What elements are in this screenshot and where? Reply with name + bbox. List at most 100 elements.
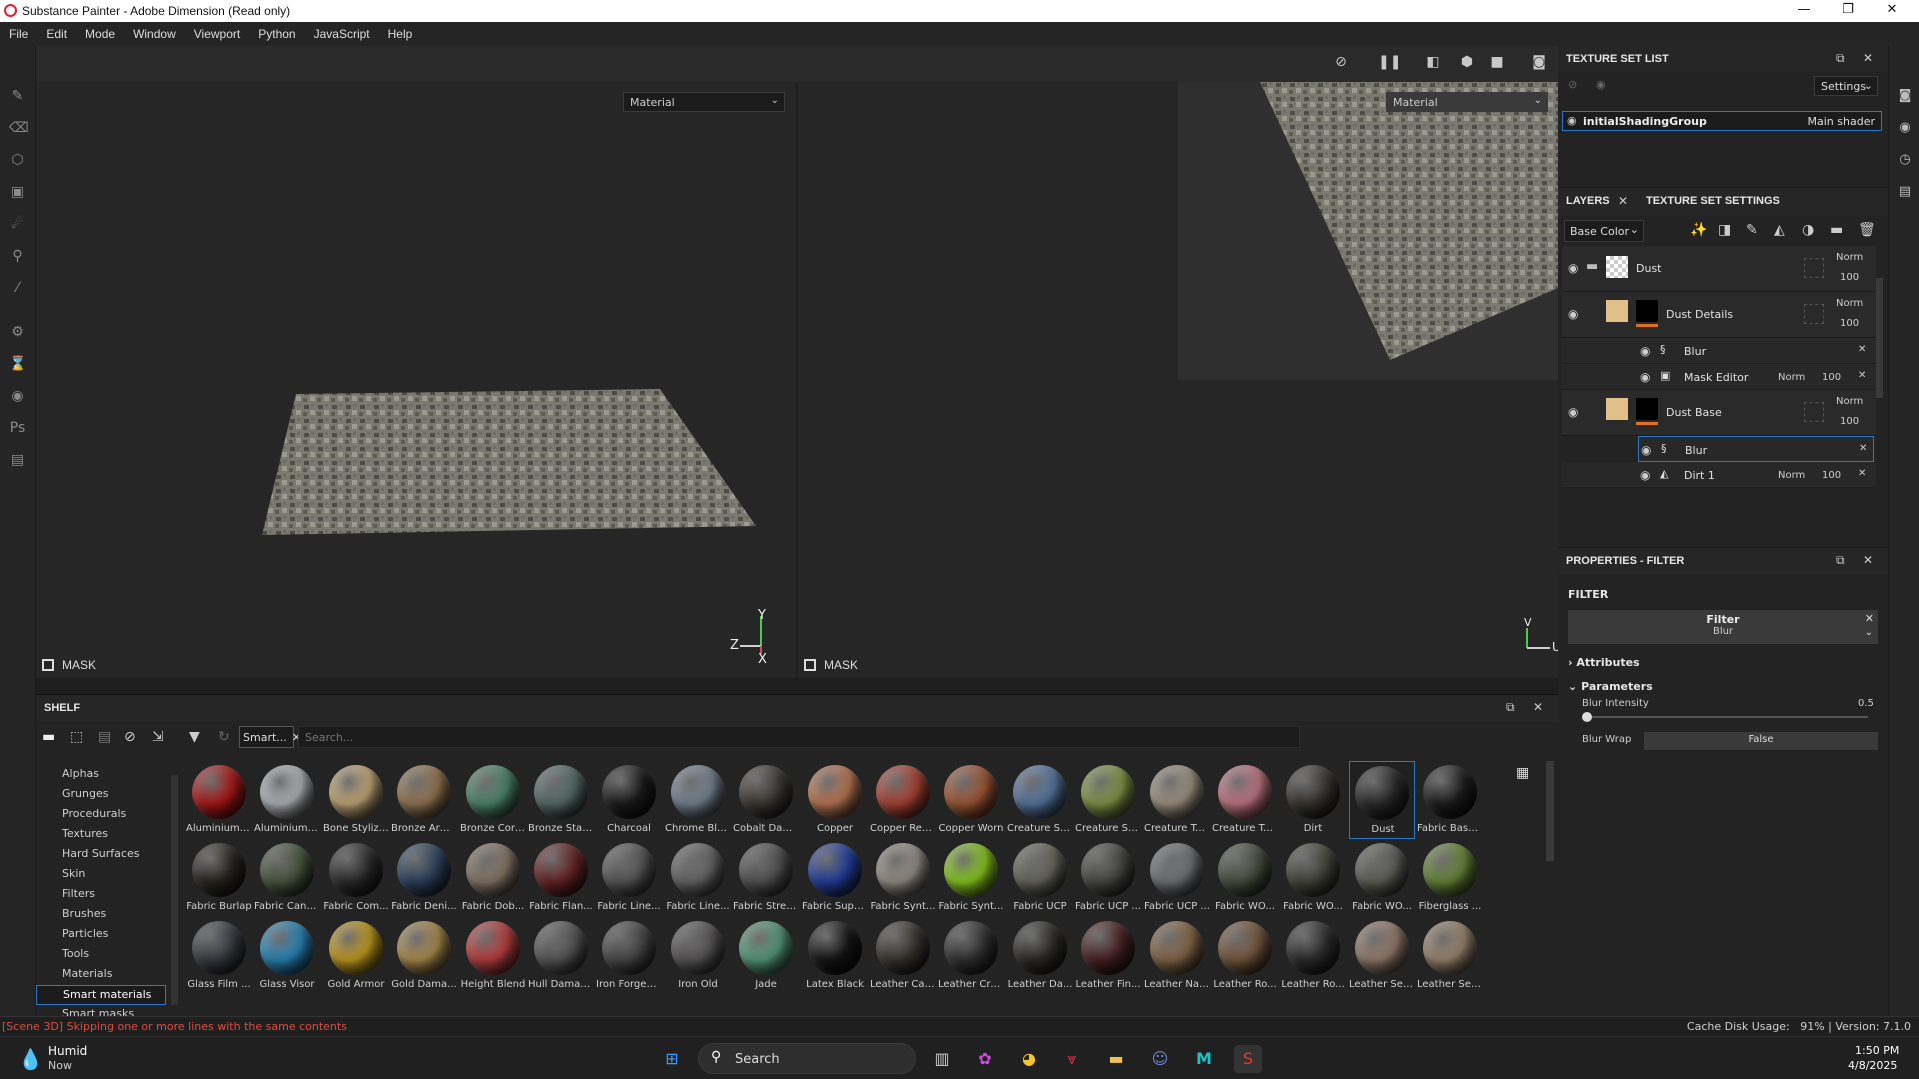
tab-texture-set-settings[interactable]: TEXTURE SET SETTINGS [1638,188,1788,214]
menu-window[interactable]: Window [124,22,185,46]
shelf-category-item[interactable]: Grunges [36,785,166,805]
blur-wrap-dropdown[interactable]: False [1644,732,1878,750]
eye-icon[interactable]: ◉ [1567,114,1577,127]
substance-painter-icon[interactable]: S [1234,1045,1262,1073]
menu-viewport[interactable]: Viewport [185,22,249,46]
menu-help[interactable]: Help [379,22,422,46]
material-thumbnail[interactable]: Bronze Corr... [460,761,526,839]
close-icon[interactable]: ✕ [1858,468,1866,479]
material-thumbnail[interactable]: Fabric WO... [1212,839,1278,917]
history-icon[interactable]: ◷ [1897,152,1913,168]
material-thumbnail[interactable]: Fabric UCP ... [1075,839,1141,917]
maya-icon[interactable]: M [1190,1045,1218,1073]
undock-icon[interactable]: ⧉ [1836,553,1845,568]
material-thumbnail[interactable]: Leather Da... [1007,917,1073,995]
shelf-category-item[interactable]: Procedurals [36,805,166,825]
shelf-category-item[interactable]: Tools [36,945,166,965]
add-mask-icon[interactable]: ◨ [1718,222,1731,238]
shelf-category-item[interactable]: Smart materials [36,985,166,1005]
viewport-2d[interactable]: Material ⌄ V U MASK [798,82,1561,678]
material-thumbnail[interactable]: Copper Red... [870,761,936,839]
material-thumbnail[interactable]: Iron Old [665,917,731,995]
add-fill-layer-icon[interactable]: ◭ [1774,222,1785,238]
task-view-icon[interactable]: ▥ [928,1045,956,1073]
material-thumbnail[interactable]: Chrome Blu... [665,761,731,839]
layers-scrollbar[interactable] [1876,278,1883,398]
color-picker-icon[interactable]: ⁄ [9,280,26,297]
eye-icon[interactable]: ◉ [1568,405,1578,419]
material-thumbnail[interactable]: Fabric WO... [1280,839,1346,917]
close-icon[interactable]: ✕ [1865,612,1874,625]
mask-toggle-2d[interactable]: MASK [804,658,858,672]
menu-file[interactable]: File [0,22,37,46]
mask-slot[interactable] [1804,304,1824,324]
opacity-value[interactable]: 100 [1822,470,1841,481]
menu-javascript[interactable]: JavaScript [305,22,379,46]
material-thumbnail[interactable]: Dust [1349,761,1415,839]
shelf-category-item[interactable]: Alphas [36,765,166,785]
material-thumbnail[interactable]: Fabric Synt... [938,839,1004,917]
refresh-icon[interactable]: ↻ [218,729,230,745]
material-thumbnail[interactable]: Glass Visor [254,917,320,995]
shelf-category-item[interactable]: Brushes [36,905,166,925]
layer-row[interactable]: ◉ Dust Details Norm 100 [1562,292,1876,338]
material-thumbnail[interactable]: Creature Te... [1144,761,1210,839]
blur-intensity-slider[interactable] [1582,716,1868,718]
blend-mode[interactable]: Norm [1836,396,1863,407]
bake-icon[interactable]: ⚙ [9,324,26,341]
material-thumbnail[interactable]: Aluminium ... [186,761,252,839]
close-icon[interactable]: ✕ [1858,370,1866,381]
blend-mode[interactable]: Norm [1778,372,1805,383]
shelf-category-item[interactable]: Skin [36,865,166,885]
material-thumbnail[interactable]: Fabric Synt... [870,839,936,917]
eye-icon[interactable]: ◉ [1640,370,1650,384]
material-thumbnail[interactable]: Bronze Arm... [391,761,457,839]
material-thumbnail[interactable]: Copper [802,761,868,839]
clone-stamp-icon[interactable]: ⚲ [9,248,26,265]
close-icon[interactable]: ✕ [1858,344,1866,355]
pause-icon[interactable]: ❚❚ [1378,54,1401,74]
shelf-category-item[interactable]: Hard Surfaces [36,845,166,865]
menu-python[interactable]: Python [249,22,304,46]
close-button[interactable]: ✕ [1872,2,1912,20]
hide-icon[interactable]: ⊘ [1568,78,1577,91]
eye-icon[interactable]: ◉ [1640,468,1650,482]
filter-chip[interactable]: Smart... ✕ [239,726,301,748]
add-paint-layer-icon[interactable]: ✎ [1746,222,1758,238]
grid-view-icon[interactable]: ▦ [1516,765,1529,781]
screenshot-icon[interactable]: ◙ [1528,54,1550,74]
material-thumbnail[interactable]: Fabric Supe... [802,839,868,917]
material-thumbnail[interactable]: Cobalt Dam... [733,761,799,839]
material-thumbnail[interactable]: Dirt [1280,761,1346,839]
material-thumbnail[interactable]: Creature To... [1212,761,1278,839]
material-thumbnail[interactable]: Bone Stylized [323,761,389,839]
projection-icon[interactable]: ⬡ [9,152,26,169]
material-thumbnail[interactable]: Leather Cre... [938,917,1004,995]
material-thumbnail[interactable]: Fabric Deni... [391,839,457,917]
taskbar-search[interactable]: ⚲ Search [698,1043,916,1074]
material-thumbnail[interactable]: Latex Black [802,917,868,995]
material-thumbnail[interactable]: Gold Dama... [391,917,457,995]
texture-set-item[interactable]: ◉ initialShadingGroup Main shader [1562,111,1882,131]
paint-brush-icon[interactable]: ✎ [9,88,26,105]
menu-mode[interactable]: Mode [76,22,124,46]
material-thumbnail[interactable]: Leather Ro... [1280,917,1346,995]
mask-slot[interactable] [1804,402,1824,422]
shelf-category-item[interactable]: Particles [36,925,166,945]
material-thumbnail[interactable]: Leather Nat... [1144,917,1210,995]
add-folder-icon[interactable]: ▬ [1830,222,1843,238]
blur-intensity-value[interactable]: 0.5 [1858,698,1874,709]
add-smart-material-icon[interactable]: ◑ [1802,222,1814,238]
split-view-icon[interactable]: ◧ [1422,54,1444,74]
material-thumbnail[interactable]: Fabric Stret... [733,839,799,917]
category-scrollbar[interactable] [171,775,178,1005]
material-thumbnail[interactable]: Fabric Burlap [186,839,252,917]
material-thumbnail[interactable]: Fabric UCP [1007,839,1073,917]
close-icon[interactable]: ✕ [1533,700,1543,714]
attributes-group[interactable]: › Attributes [1568,656,1640,669]
effect-row[interactable]: ◉ ◭ Dirt 1 Norm 100 ✕ [1562,462,1876,488]
effect-row-selected[interactable]: ◉ § Blur ✕ [1638,436,1874,462]
close-icon[interactable]: ✕ [1618,194,1628,208]
undock-icon[interactable]: ⧉ [1506,700,1515,715]
parameters-group[interactable]: ⌄ Parameters [1568,680,1653,693]
